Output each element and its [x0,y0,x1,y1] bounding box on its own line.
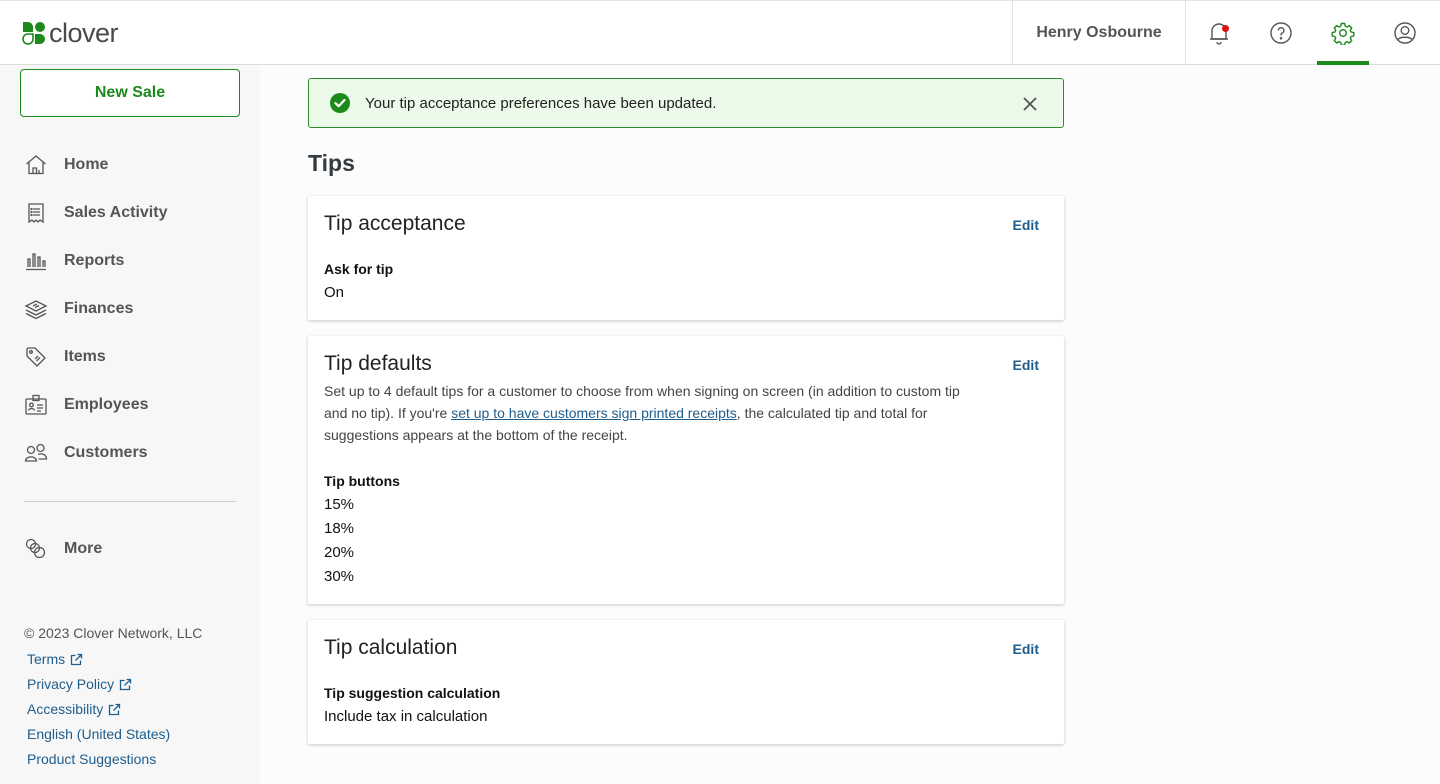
sidebar-item-home[interactable]: Home [24,149,244,181]
ask-for-tip-value: On [324,284,345,301]
external-link-icon [119,678,132,690]
help-icon [1270,22,1292,44]
tip-button-value: 20% [324,544,355,561]
user-name[interactable]: Henry Osbourne [1012,1,1186,65]
home-icon [24,153,48,177]
terms-link-label: Terms [27,651,66,667]
check-circle-icon [330,93,350,113]
sign-printed-receipts-link[interactable]: set up to have customers sign printed re… [451,405,737,421]
clover-leaf-icon [22,22,45,45]
sidebar-item-label: Items [64,348,106,365]
sidebar-item-employees[interactable]: Employees [24,389,244,421]
notification-badge [1222,25,1229,32]
id-badge-icon [24,393,48,417]
sidebar-item-label: Employees [64,396,149,413]
external-link-icon [109,703,121,715]
card-title: Tip calculation [324,636,458,659]
card-title: Tip defaults [324,352,432,375]
help-button[interactable] [1255,1,1307,65]
receipt-icon [24,201,48,225]
external-link-icon [70,653,83,665]
settings-button[interactable] [1317,1,1369,65]
copyright-text: © 2023 Clover Network, LLC [24,625,203,641]
edit-tip-acceptance-button[interactable]: Edit [1013,217,1039,233]
sidebar-item-more[interactable]: More [24,533,244,565]
sidebar-item-label: Sales Activity [64,204,168,221]
tip-defaults-card: Tip defaults Edit Set up to 4 default ti… [308,336,1064,604]
top-header: clover Henry Osbourne [0,0,1440,65]
sidebar-item-sales-activity[interactable]: Sales Activity [24,197,244,229]
ask-for-tip-label: Ask for tip [324,261,394,277]
sidebar-item-label: Reports [64,252,125,269]
money-stack-icon [24,297,48,321]
tip-button-value: 15% [324,496,355,513]
page-title: Tips [308,150,355,176]
sidebar-item-label: Finances [64,300,134,317]
sidebar-item-items[interactable]: Items [24,341,244,373]
accessibility-link-label: Accessibility [27,701,104,717]
tip-acceptance-card: Tip acceptance Edit Ask for tip On [308,196,1064,320]
tip-suggestion-calculation-label: Tip suggestion calculation [324,685,501,701]
banner-message: Your tip acceptance preferences have bee… [365,94,717,112]
bar-chart-icon [24,249,48,273]
language-link[interactable]: English (United States) [27,726,170,742]
tip-defaults-description: Set up to 4 default tips for a customer … [324,380,984,446]
sidebar: New Sale Home Sales Activity Reports Fin… [0,65,260,784]
sidebar-item-label: Customers [64,444,148,461]
privacy-policy-link-label: Privacy Policy [27,676,115,692]
tag-icon [24,345,48,369]
language-link-label: English (United States) [27,726,171,742]
tip-button-value: 30% [324,568,355,585]
account-button[interactable] [1379,1,1431,65]
edit-tip-defaults-button[interactable]: Edit [1013,357,1039,373]
sidebar-item-finances[interactable]: Finances [24,293,244,325]
edit-tip-calculation-button[interactable]: Edit [1013,641,1039,657]
sidebar-item-reports[interactable]: Reports [24,245,244,277]
sidebar-item-label: Home [64,156,109,173]
tip-calculation-card: Tip calculation Edit Tip suggestion calc… [308,620,1064,744]
brand-name: clover [49,18,119,48]
notifications-button[interactable] [1193,1,1245,65]
close-banner-button[interactable] [1019,93,1041,115]
sidebar-item-label: More [64,540,103,557]
terms-link[interactable]: Terms [27,651,83,667]
new-sale-button[interactable]: New Sale [20,69,240,117]
privacy-policy-link[interactable]: Privacy Policy [27,676,132,692]
sidebar-divider [24,501,236,502]
account-icon [1394,22,1416,44]
tip-buttons-label: Tip buttons [324,473,400,489]
tip-button-value: 18% [324,520,355,537]
product-suggestions-link-label: Product Suggestions [27,751,157,767]
accessibility-link[interactable]: Accessibility [27,701,121,717]
success-banner: Your tip acceptance preferences have bee… [308,78,1064,128]
gear-icon [1331,22,1355,45]
sidebar-item-customers[interactable]: Customers [24,437,244,469]
product-suggestions-link[interactable]: Product Suggestions [27,751,156,767]
people-icon [24,441,48,465]
clover-logo[interactable]: clover [22,18,119,48]
tip-suggestion-calculation-value: Include tax in calculation [324,708,488,725]
card-title: Tip acceptance [324,212,466,235]
more-apps-icon [24,537,48,561]
close-icon [1023,97,1037,111]
